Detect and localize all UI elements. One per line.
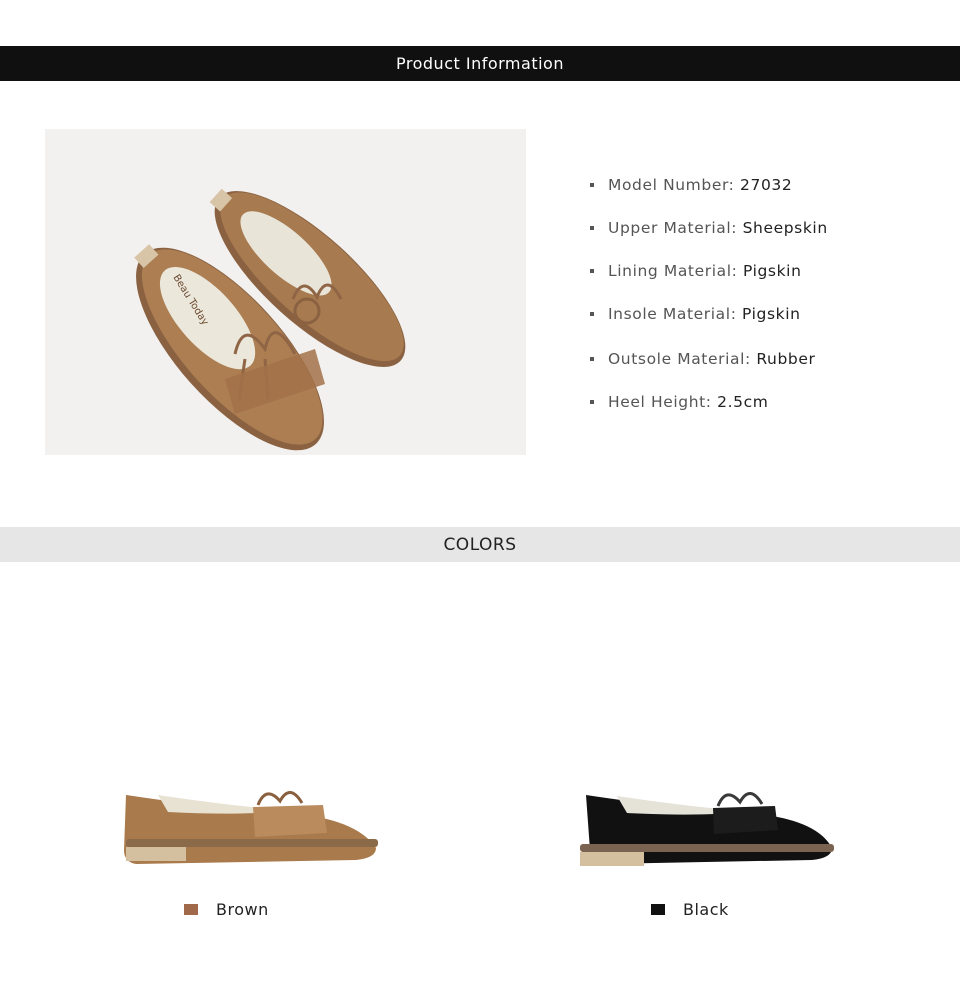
brown-swatch: [184, 904, 198, 915]
bullet-icon: [590, 269, 594, 273]
bullet-icon: [590, 183, 594, 187]
spec-value: Rubber: [756, 350, 816, 368]
spec-list: Model Number: 27032 Upper Material: Shee…: [590, 173, 828, 414]
spec-label: Outsole Material:: [608, 350, 751, 368]
spec-label: Heel Height:: [608, 393, 712, 411]
black-loafer-image[interactable]: [572, 780, 838, 875]
spec-label: Insole Material:: [608, 305, 737, 323]
spec-insole-material: Insole Material: Pigskin: [590, 302, 828, 326]
colors-header: COLORS: [0, 527, 960, 562]
spec-heel-height: Heel Height: 2.5cm: [590, 390, 828, 414]
spec-value: 27032: [740, 176, 793, 194]
bullet-icon: [590, 226, 594, 230]
bullet-icon: [590, 357, 594, 361]
spec-value: Sheepskin: [742, 219, 828, 237]
colors-title: COLORS: [443, 534, 517, 555]
bullet-icon: [590, 400, 594, 404]
product-photo: Beau Today: [45, 129, 526, 455]
color-option-brown[interactable]: Brown: [184, 900, 269, 919]
spec-label: Model Number:: [608, 176, 735, 194]
spec-upper-material: Upper Material: Sheepskin: [590, 216, 828, 240]
spec-label: Lining Material:: [608, 262, 738, 280]
color-name: Brown: [216, 900, 269, 919]
black-swatch: [651, 904, 665, 915]
spec-model-number: Model Number: 27032: [590, 173, 828, 197]
bullet-icon: [590, 312, 594, 316]
spec-value: 2.5cm: [717, 393, 769, 411]
color-option-black[interactable]: Black: [651, 900, 729, 919]
color-name: Black: [683, 900, 729, 919]
loafer-pair-illustration: Beau Today: [134, 188, 406, 451]
spec-label: Upper Material:: [608, 219, 738, 237]
product-information-title: Product Information: [396, 54, 564, 73]
spec-outsole-material: Outsole Material: Rubber: [590, 347, 828, 371]
product-information-header: Product Information: [0, 46, 960, 81]
spec-value: Pigskin: [742, 305, 801, 323]
spec-value: Pigskin: [742, 262, 802, 280]
brown-loafer-image[interactable]: [118, 775, 384, 870]
spec-lining-material: Lining Material: Pigskin: [590, 259, 828, 283]
